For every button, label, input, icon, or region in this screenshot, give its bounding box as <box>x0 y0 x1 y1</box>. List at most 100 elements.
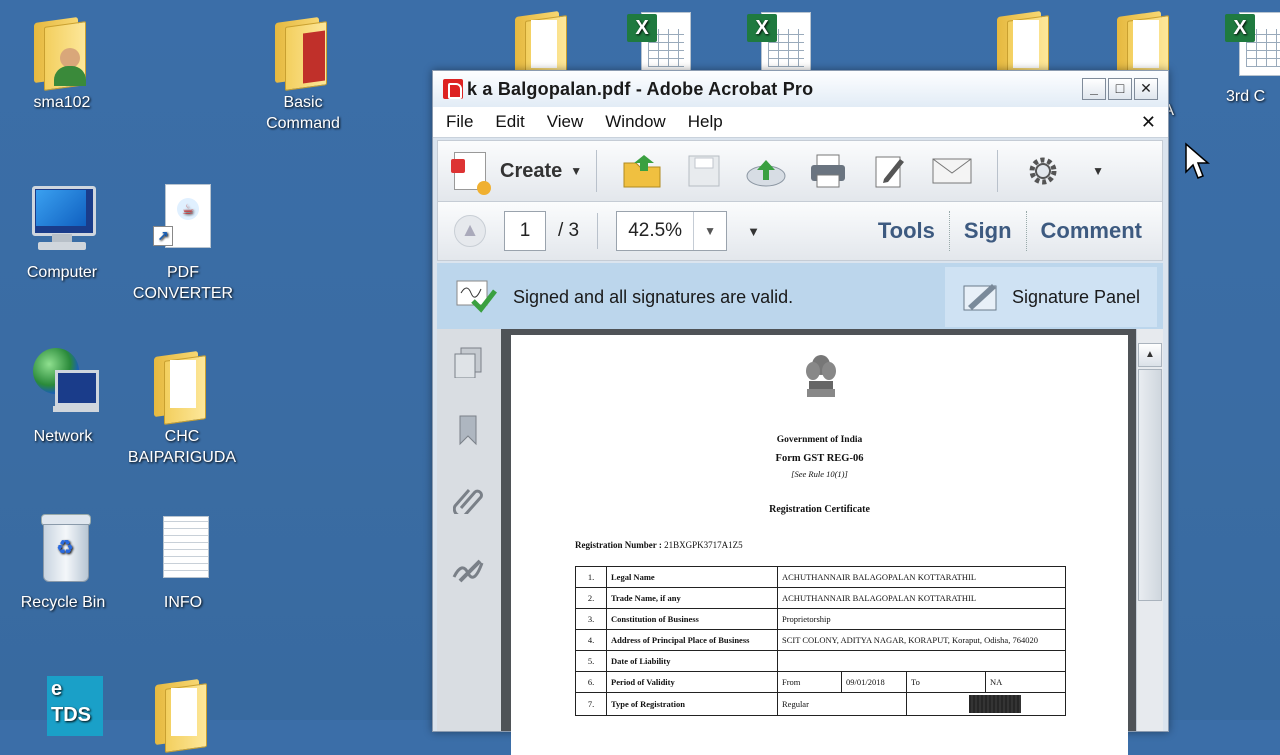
validity-from-label: From <box>777 671 842 693</box>
acrobat-app-icon <box>443 79 463 99</box>
settings-button[interactable] <box>1021 151 1065 191</box>
email-button[interactable] <box>930 151 974 191</box>
desktop-icon-computer[interactable]: Computer <box>0 180 127 283</box>
text-file-icon <box>143 510 223 590</box>
doc-government-line: Government of India <box>776 435 863 445</box>
row-key: Legal Name <box>606 566 778 588</box>
row-key: Type of Registration <box>606 692 778 716</box>
comment-pane-button[interactable]: Comment <box>1041 218 1142 244</box>
registration-table: 1. Legal Name ACHUTHANNAIR BALAGOPALAN KOT… <box>575 566 1066 716</box>
table-row: 1. Legal Name ACHUTHANNAIR BALAGOPALAN KOT… <box>575 566 1066 588</box>
vertical-scrollbar[interactable]: ▲ <box>1136 329 1163 731</box>
minimize-button[interactable]: _ <box>1082 78 1106 100</box>
previous-page-button[interactable]: ▲ <box>454 215 486 247</box>
qr-code-cell <box>906 692 1066 716</box>
pane-divider <box>1025 211 1027 251</box>
doc-heading: Registration Certificate <box>769 504 870 515</box>
main-toolbar: Create ▼ ▼ <box>437 140 1163 202</box>
desktop-icon-3rd[interactable]: X 3rd C <box>1196 4 1280 107</box>
nav-overflow-chevron-icon[interactable]: ▼ <box>747 224 760 239</box>
desktop-icon-chc-baipariguda[interactable]: CHC BAIPARIGUDA <box>117 344 247 468</box>
tools-pane-button[interactable]: Tools <box>878 218 935 244</box>
create-label: Create <box>500 159 563 182</box>
print-button[interactable] <box>806 151 850 191</box>
close-button[interactable]: ✕ <box>1134 78 1158 100</box>
toolbar-divider <box>597 213 599 249</box>
edit-document-button[interactable] <box>868 151 912 191</box>
close-document-button[interactable]: ✕ <box>1141 112 1156 133</box>
save-button[interactable] <box>682 151 726 191</box>
row-key: Address of Principal Place of Business <box>606 629 778 651</box>
desktop-icon-label: PDF CONVERTER <box>132 264 234 302</box>
open-folder-icon <box>623 155 661 188</box>
zoom-select[interactable]: 42.5% ▼ <box>616 211 728 251</box>
navigation-toolbar: ▲ 1 / 3 42.5% ▼ ▼ Tools Sign Comment <box>437 202 1163 261</box>
scroll-up-arrow-icon[interactable]: ▲ <box>1138 343 1162 367</box>
desktop-icon-pdf-converter[interactable]: ☕ ↗ PDF CONVERTER <box>118 180 248 304</box>
zoom-value[interactable]: 42.5% <box>617 212 693 250</box>
create-pdf-icon <box>451 152 491 195</box>
desktop-icon-basic-command[interactable]: Basic Command <box>238 10 368 134</box>
desktop-icon-label: sma102 <box>33 94 91 111</box>
menu-window[interactable]: Window <box>605 112 665 132</box>
folder-icon <box>263 10 343 91</box>
bookmarks-icon[interactable] <box>451 413 485 447</box>
mouse-cursor-icon <box>1185 142 1210 179</box>
chevron-down-icon[interactable]: ▼ <box>693 212 726 250</box>
registration-number-label: Registration Number : <box>575 540 662 550</box>
desktop-icon-sma102[interactable]: sma102 <box>0 10 127 113</box>
signature-panel-label: Signature Panel <box>1011 286 1141 307</box>
sign-pane-button[interactable]: Sign <box>964 218 1012 244</box>
pdf-page: Government of India Form GST REG-06 [See… <box>511 335 1128 755</box>
chevron-down-icon: ▼ <box>570 164 583 178</box>
desktop-icon-label: CHC BAIPARIGUDA <box>127 428 237 466</box>
title-bar[interactable]: k a Balgopalan.pdf - Adobe Acrobat Pro _… <box>433 71 1168 107</box>
table-row: 6. Period of Validity From 09/01/2018 To… <box>575 671 1066 693</box>
desktop-icon-recycle-bin[interactable]: ♻ Recycle Bin <box>0 510 128 613</box>
toolbar-divider <box>997 150 999 192</box>
folder-icon <box>143 672 223 753</box>
gear-icon <box>1029 157 1057 185</box>
row-key: Trade Name, if any <box>606 587 778 609</box>
valid-signature-icon <box>456 280 497 313</box>
maximize-button[interactable]: □ <box>1108 78 1132 100</box>
validity-to-value: NA <box>985 671 1066 693</box>
signatures-icon[interactable] <box>451 551 485 585</box>
row-number: 6. <box>575 671 607 693</box>
document-area: Government of India Form GST REG-06 [See… <box>437 329 1163 755</box>
row-number: 3. <box>575 608 607 630</box>
menu-help[interactable]: Help <box>688 112 723 132</box>
page-thumbnails-icon[interactable] <box>451 345 485 379</box>
row-value: Proprietorship <box>777 608 1066 630</box>
desktop-icon-label: Network <box>33 428 93 445</box>
create-button[interactable]: Create ▼ <box>451 152 583 195</box>
doc-form-title: Form GST REG-06 <box>775 453 864 464</box>
desktop-icon-folder-bottom[interactable] <box>118 672 248 754</box>
folder-icon <box>142 344 222 425</box>
row-value: Regular <box>777 692 907 716</box>
menu-edit[interactable]: Edit <box>495 112 524 132</box>
desktop-icon-label: Basic Command <box>266 94 340 132</box>
upload-cloud-button[interactable] <box>744 151 788 191</box>
menu-file[interactable]: File <box>446 112 473 132</box>
open-folder-button[interactable] <box>620 151 664 191</box>
toolbar-overflow-chevron-icon[interactable]: ▼ <box>1092 164 1104 178</box>
page-number-input[interactable]: 1 <box>504 211 546 251</box>
menu-view[interactable]: View <box>547 112 584 132</box>
row-key: Period of Validity <box>606 671 778 693</box>
desktop-icon-network[interactable]: Network <box>0 344 128 447</box>
row-value: ACHUTHANNAIR BALAGOPALAN KOTTARATHIL <box>777 566 1066 588</box>
mail-icon <box>932 158 972 184</box>
excel-file-icon: X <box>1221 4 1280 84</box>
scrollbar-thumb[interactable] <box>1138 369 1162 601</box>
desktop-icon-info[interactable]: INFO <box>118 510 248 613</box>
row-value: SCIT COLONY, ADITYA NAGAR, KORAPUT, Kora… <box>777 629 1066 651</box>
navigation-pane <box>437 329 501 731</box>
window-title: k a Balgopalan.pdf - Adobe Acrobat Pro <box>467 78 814 99</box>
desktop-icon-etds[interactable]: e TDS <box>0 672 128 754</box>
row-number: 1. <box>575 566 607 588</box>
attachments-icon[interactable] <box>451 481 485 515</box>
network-icon <box>23 344 103 424</box>
row-key: Constitution of Business <box>606 608 778 630</box>
signature-panel-button[interactable]: Signature Panel <box>945 267 1157 327</box>
